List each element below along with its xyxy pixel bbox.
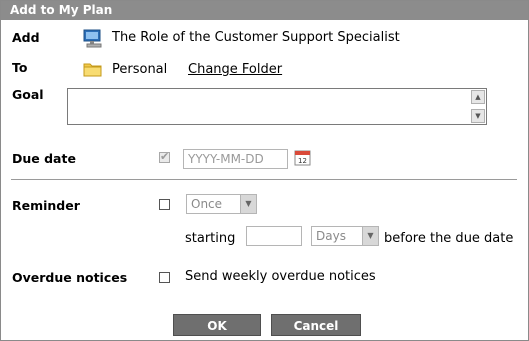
starting-unit-select[interactable]: Days ▼: [311, 226, 379, 246]
ok-button[interactable]: OK: [173, 314, 261, 336]
change-folder-link[interactable]: Change Folder: [188, 62, 282, 77]
goal-label: Goal: [12, 87, 44, 102]
starting-unit-value: Days: [316, 229, 346, 243]
course-title: The Role of the Customer Support Special…: [112, 30, 400, 45]
scroll-up-icon[interactable]: ▲: [471, 90, 485, 104]
overdue-notices-text: Send weekly overdue notices: [185, 269, 376, 284]
scroll-down-icon[interactable]: ▼: [471, 109, 485, 123]
overdue-notices-checkbox[interactable]: [159, 272, 170, 283]
to-label: To: [12, 60, 28, 75]
chevron-down-icon: ▼: [362, 227, 378, 245]
goal-textarea[interactable]: ▲ ▼: [67, 88, 487, 125]
folder-name: Personal: [112, 62, 168, 77]
cancel-button[interactable]: Cancel: [271, 314, 361, 336]
reminder-frequency-select[interactable]: Once ▼: [186, 194, 257, 214]
check-icon: ✔: [160, 150, 170, 163]
reminder-label: Reminder: [12, 198, 80, 213]
add-to-my-plan-dialog: Add to My Plan Add The Role of the Custo…: [0, 0, 529, 341]
starting-input[interactable]: [246, 226, 302, 246]
dialog-title: Add to My Plan: [1, 1, 528, 20]
due-date-label: Due date: [12, 151, 76, 166]
reminder-frequency-value: Once: [191, 197, 223, 211]
add-label: Add: [12, 30, 40, 45]
monitor-icon: [82, 28, 104, 48]
due-date-checkbox[interactable]: ✔: [159, 150, 170, 163]
overdue-notices-label: Overdue notices: [12, 270, 128, 285]
svg-text:12: 12: [298, 157, 307, 165]
reminder-checkbox[interactable]: [159, 199, 170, 210]
due-date-input[interactable]: YYYY-MM-DD: [183, 149, 288, 169]
starting-label: starting: [185, 231, 236, 246]
folder-icon: [82, 60, 104, 78]
before-due-date-text: before the due date: [384, 231, 514, 246]
chevron-down-icon: ▼: [240, 195, 256, 213]
calendar-icon[interactable]: 12: [294, 149, 312, 167]
section-divider: [11, 179, 517, 180]
